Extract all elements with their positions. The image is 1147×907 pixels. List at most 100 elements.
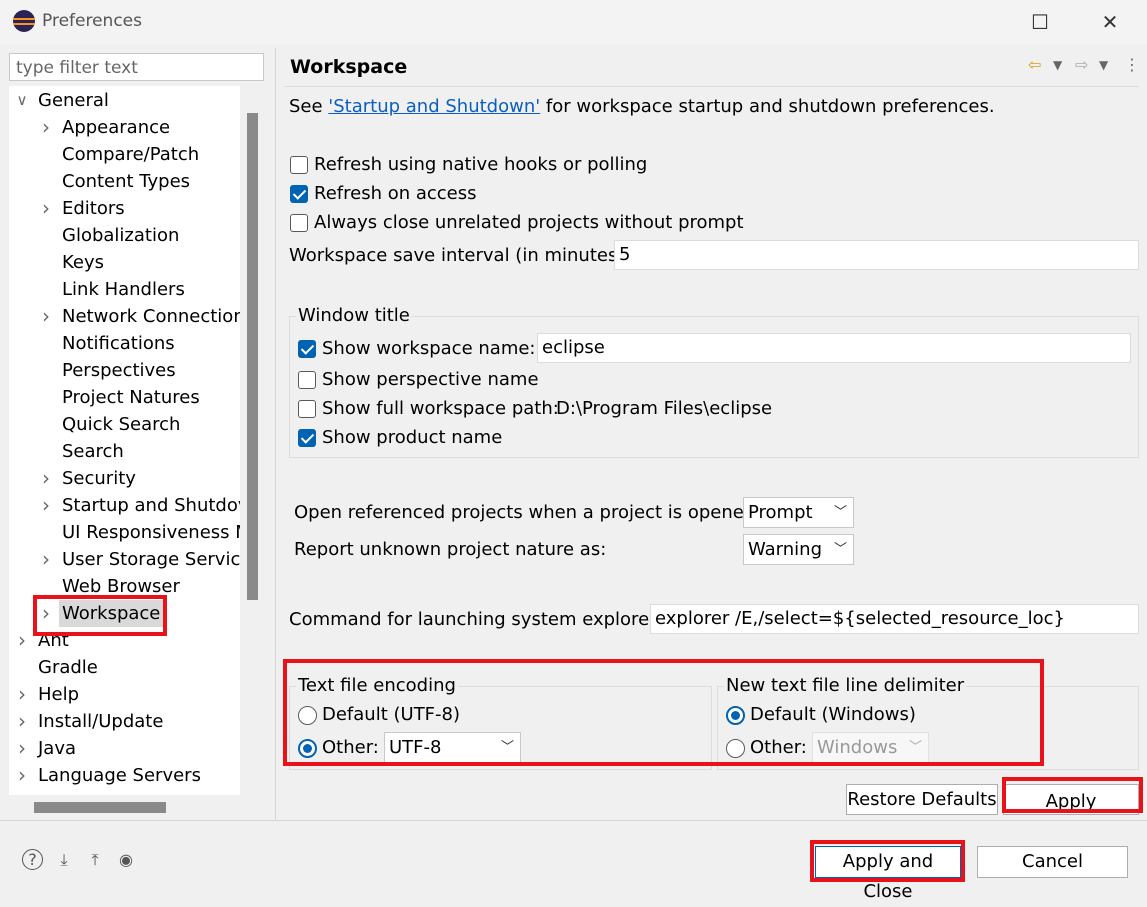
delimiter-default-radio[interactable] [726, 706, 745, 725]
explorer-command-input[interactable]: explorer /E,/select=${selected_resource_… [650, 604, 1139, 634]
chevron-right-icon[interactable]: › [14, 627, 30, 654]
always-close-checkbox[interactable] [290, 214, 308, 232]
page-title: Workspace [290, 56, 408, 78]
tree-item-startup-and-shutdov[interactable]: › Startup and Shutdov [9, 492, 240, 519]
tree-item-label: Quick Search [62, 414, 181, 435]
tree-item-label: Workspace [59, 600, 164, 627]
tree-item-content-types[interactable]: Content Types [9, 168, 240, 195]
show-perspective-name-checkbox[interactable] [298, 371, 316, 389]
tree-item-java[interactable]: › Java [9, 735, 240, 762]
show-product-name-checkbox[interactable] [298, 429, 316, 447]
tree-item-keys[interactable]: Keys [9, 249, 240, 276]
tree-item-help[interactable]: › Help [9, 681, 240, 708]
tree-item-ant[interactable]: › Ant [9, 627, 240, 654]
encoding-other-combo[interactable]: UTF-8 ﹀ [384, 732, 521, 763]
chevron-right-icon[interactable]: › [38, 114, 54, 141]
chevron-right-icon[interactable]: › [14, 762, 30, 789]
pane-divider[interactable] [275, 48, 276, 820]
tree-item-project-natures[interactable]: Project Natures [9, 384, 240, 411]
import-icon[interactable]: ⤓ [53, 849, 75, 871]
eclipse-logo-icon [13, 10, 35, 32]
open-referenced-combo[interactable]: Prompt ﹀ [743, 497, 854, 528]
tree-item-editors[interactable]: › Editors [9, 195, 240, 222]
line-delimiter-group-label: New text file line delimiter [724, 675, 967, 696]
tree-item-label: Keys [62, 252, 105, 273]
tree-item-network-connection[interactable]: › Network Connection [9, 303, 240, 330]
tree-item-label: Language Servers [38, 765, 201, 786]
chevron-right-icon[interactable]: › [38, 195, 54, 222]
back-arrow-icon[interactable]: ⇦ [1028, 55, 1041, 74]
chevron-down-icon: ﹀ [500, 740, 514, 755]
tree-item-globalization[interactable]: Globalization [9, 222, 240, 249]
apply-button[interactable]: Apply [1003, 784, 1139, 815]
tree-item-label: Editors [62, 198, 125, 219]
restore-defaults-button[interactable]: Restore Defaults [846, 784, 998, 815]
encoding-other-label: Other: [322, 737, 379, 758]
chevron-right-icon[interactable]: › [14, 735, 30, 762]
tree-item-security[interactable]: › Security [9, 465, 240, 492]
tree-item-label: Content Types [62, 171, 191, 192]
tree-item-language-servers[interactable]: › Language Servers [9, 762, 240, 789]
help-icon[interactable]: ? [22, 849, 43, 870]
view-menu-icon[interactable]: ⋮ [1124, 55, 1140, 74]
refresh-native-checkbox[interactable] [290, 156, 308, 174]
delimiter-other-radio[interactable] [726, 739, 745, 758]
tree-item-user-storage-service[interactable]: › User Storage Service [9, 546, 240, 573]
show-full-path-checkbox[interactable] [298, 400, 316, 418]
refresh-access-checkbox[interactable] [290, 185, 308, 203]
maximize-icon[interactable]: ☐ [1020, 8, 1060, 36]
chevron-down-icon[interactable]: ∨ [14, 87, 30, 114]
tree-item-ui-responsiveness-m[interactable]: UI Responsiveness M [9, 519, 240, 546]
tree-item-label: Network Connection [62, 306, 240, 327]
show-perspective-name-label: Show perspective name [322, 369, 539, 390]
chevron-right-icon[interactable]: › [38, 303, 54, 330]
close-icon[interactable]: ✕ [1090, 8, 1130, 36]
save-interval-input[interactable]: 5 [614, 240, 1139, 270]
tree-item-perspectives[interactable]: Perspectives [9, 357, 240, 384]
tree-item-gradle[interactable]: Gradle [9, 654, 240, 681]
report-nature-combo[interactable]: Warning ﹀ [743, 534, 854, 565]
tree-vertical-scroll-thumb[interactable] [247, 113, 258, 600]
apply-and-close-button[interactable]: Apply and Close [815, 846, 961, 902]
title-bar [0, 0, 1147, 44]
preference-tree: ∨ General › Appearance Compare/Patch Content … [9, 86, 240, 795]
encoding-default-radio[interactable] [298, 706, 317, 725]
encoding-other-radio[interactable] [298, 739, 317, 758]
tree-item-label: Security [62, 468, 136, 489]
tree-item-label: User Storage Service [62, 549, 240, 570]
tree-item-compare-patch[interactable]: Compare/Patch [9, 141, 240, 168]
tree-item-link-handlers[interactable]: Link Handlers [9, 276, 240, 303]
delimiter-other-combo[interactable]: Windows ﹀ [812, 732, 929, 763]
filter-input[interactable] [14, 55, 258, 81]
export-icon[interactable]: ⤒ [84, 849, 106, 871]
back-dropdown-icon[interactable]: ▼ [1053, 58, 1062, 72]
tree-item-label: Search [62, 441, 124, 462]
tree-item-workspace[interactable]: › Workspace [9, 600, 240, 627]
chevron-right-icon[interactable]: › [38, 600, 54, 627]
window-title: Preferences [42, 11, 142, 31]
tree-item-install-update[interactable]: › Install/Update [9, 708, 240, 735]
show-full-path-label: Show full workspace path: [322, 398, 559, 419]
tree-item-general[interactable]: ∨ General [9, 87, 240, 114]
show-workspace-name-label: Show workspace name: [322, 338, 536, 359]
workspace-name-input[interactable]: eclipse [537, 333, 1131, 363]
tree-item-search[interactable]: Search [9, 438, 240, 465]
tree-horizontal-scroll-thumb[interactable] [34, 802, 166, 813]
tree-item-appearance[interactable]: › Appearance [9, 114, 240, 141]
tree-item-web-browser[interactable]: Web Browser [9, 573, 240, 600]
forward-arrow-icon[interactable]: ⇨ [1075, 55, 1088, 74]
startup-shutdown-link[interactable]: 'Startup and Shutdown' [328, 96, 540, 117]
chevron-right-icon[interactable]: › [14, 708, 30, 735]
always-close-label: Always close unrelated projects without … [314, 212, 744, 233]
chevron-right-icon[interactable]: › [38, 546, 54, 573]
cancel-button[interactable]: Cancel [977, 846, 1128, 878]
tree-item-label: General [38, 90, 109, 111]
chevron-right-icon[interactable]: › [14, 681, 30, 708]
tree-item-notifications[interactable]: Notifications [9, 330, 240, 357]
tree-item-quick-search[interactable]: Quick Search [9, 411, 240, 438]
chevron-right-icon[interactable]: › [38, 465, 54, 492]
show-workspace-name-checkbox[interactable] [298, 340, 316, 358]
chevron-right-icon[interactable]: › [38, 492, 54, 519]
forward-dropdown-icon[interactable]: ▼ [1099, 58, 1108, 72]
record-icon[interactable]: ◉ [115, 849, 137, 871]
